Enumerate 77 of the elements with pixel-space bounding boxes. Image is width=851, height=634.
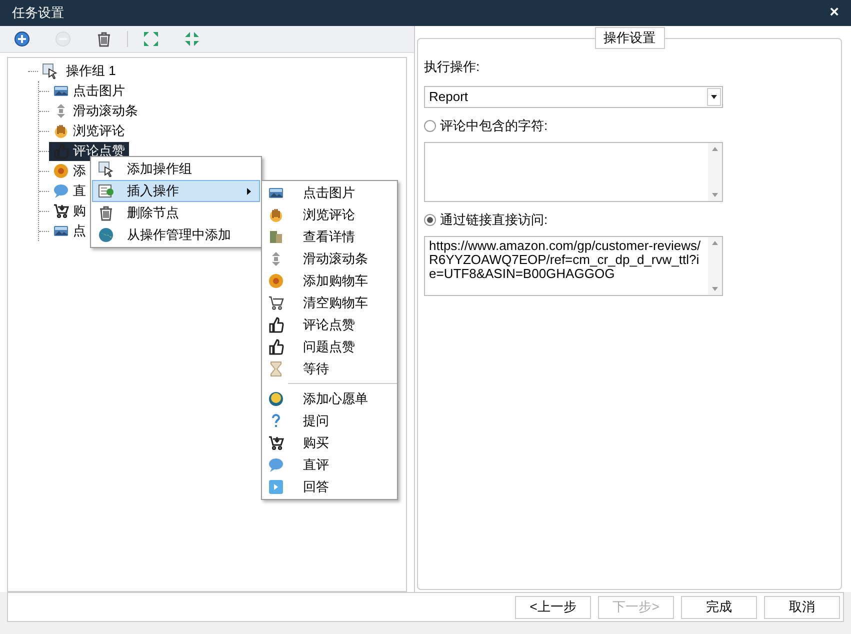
thumbs-up-icon — [53, 143, 69, 159]
menu-item[interactable]: 清空购物车 — [262, 292, 397, 314]
menu-item[interactable]: 评论点赞 — [262, 314, 397, 336]
radio-label: 通过链接直接访问: — [440, 210, 548, 229]
wizard-button[interactable]: <上一步 — [515, 596, 591, 618]
speech-bubble-icon — [53, 183, 69, 199]
menu-item[interactable]: 点击图片 — [262, 182, 397, 204]
hourglass-icon — [268, 361, 284, 377]
menu-item[interactable]: 插入操作 — [92, 180, 260, 202]
trash-icon — [98, 205, 114, 221]
books-icon — [268, 229, 284, 245]
field-label: 执行操作: — [424, 58, 481, 76]
cart-icon — [268, 435, 284, 451]
menu-item[interactable]: 删除节点 — [92, 202, 260, 224]
submenu-arrow-icon — [247, 188, 251, 194]
action-dropdown[interactable]: Report — [424, 86, 723, 108]
scroll-up-icon — [712, 146, 718, 150]
dropdown-arrow-icon — [711, 94, 717, 98]
text-value: https://www.amazon.com/gp/customer-reviews/R6YYZOAWQ7EOP/ref=cm_cr_dp_d_rvw_ttl?ie=UTF8&ASIN=B00GHAGGOG — [429, 238, 701, 280]
tree-item[interactable]: 点击图片 — [49, 82, 129, 100]
menu-item[interactable]: 回答 — [268, 476, 397, 498]
toolbar-button[interactable] — [12, 29, 32, 49]
hand-icon — [268, 207, 284, 223]
tree-item[interactable]: 操作组 1 — [62, 61, 116, 81]
cursor-icon — [98, 161, 114, 177]
cart-icon — [53, 203, 69, 219]
text-area[interactable] — [424, 142, 723, 202]
cart-icon — [268, 295, 284, 311]
hand-icon — [53, 123, 69, 139]
reply-icon — [268, 479, 284, 495]
globe-icon — [98, 227, 114, 243]
image-icon — [268, 185, 284, 201]
image-icon — [53, 223, 69, 239]
menu-item[interactable]: 从操作管理中添加 — [92, 224, 260, 246]
menu-item[interactable]: 查看详情 — [262, 226, 397, 248]
add-icon — [14, 31, 30, 47]
menu-item[interactable]: 直评 — [268, 454, 397, 476]
insert-icon — [98, 183, 114, 199]
cursor-icon — [42, 63, 58, 79]
text-area[interactable]: https://www.amazon.com/gp/customer-reviews/R6YYZOAWQ7EOP/ref=cm_cr_dp_d_rvw_ttl?ie=UTF8&ASIN=B00GHAGGOG — [424, 236, 723, 296]
basket-icon — [268, 273, 284, 289]
menu-item[interactable]: 浏览评论 — [262, 204, 397, 226]
tree-item[interactable]: 直 — [49, 182, 90, 200]
window-title: 任务设置 — [12, 4, 64, 22]
close-button[interactable]: × — [830, 5, 839, 21]
menu-item[interactable]: 提问 — [268, 410, 397, 432]
scroll-down-icon — [712, 286, 718, 290]
group-legend: 操作设置 — [594, 27, 664, 48]
radio-label: 评论中包含的字符: — [440, 116, 548, 135]
smiley-icon — [268, 391, 284, 407]
menu-item[interactable]: 添加购物车 — [262, 270, 397, 292]
menu-item[interactable]: 问题点赞 — [262, 336, 397, 358]
image-icon — [53, 83, 69, 99]
basket-icon — [53, 163, 69, 179]
wizard-button[interactable]: 完成 — [681, 596, 757, 618]
tree-item[interactable]: 添 — [49, 162, 90, 180]
scroll-up-icon — [712, 240, 718, 244]
tree-item[interactable]: 浏览评论 — [49, 122, 129, 140]
radio-button[interactable] — [424, 214, 436, 226]
collapse-arrows-icon — [184, 31, 200, 47]
thumbs-up-icon — [268, 317, 284, 333]
trash-icon — [96, 31, 112, 47]
wizard-button[interactable]: 取消 — [764, 596, 840, 618]
menu-item[interactable]: 添加操作组 — [92, 158, 260, 180]
speech-bubble-icon — [268, 457, 284, 473]
menu-item[interactable]: 滑动滚动条 — [262, 248, 397, 270]
menu-item[interactable]: 购买 — [268, 432, 397, 454]
tree-item[interactable]: 购 — [49, 202, 90, 220]
tree-item[interactable]: 点 — [49, 222, 90, 240]
scroll-down-icon — [712, 192, 718, 196]
radio-button[interactable] — [424, 120, 436, 132]
tree-item[interactable]: 滑动滚动条 — [49, 102, 142, 120]
remove-icon — [55, 31, 71, 47]
thumbs-up-icon — [268, 339, 284, 355]
menu-item[interactable]: 等待 — [262, 358, 397, 380]
expand-arrows-icon — [143, 31, 159, 47]
menu-item[interactable]: 添加心愿单 — [268, 388, 397, 410]
